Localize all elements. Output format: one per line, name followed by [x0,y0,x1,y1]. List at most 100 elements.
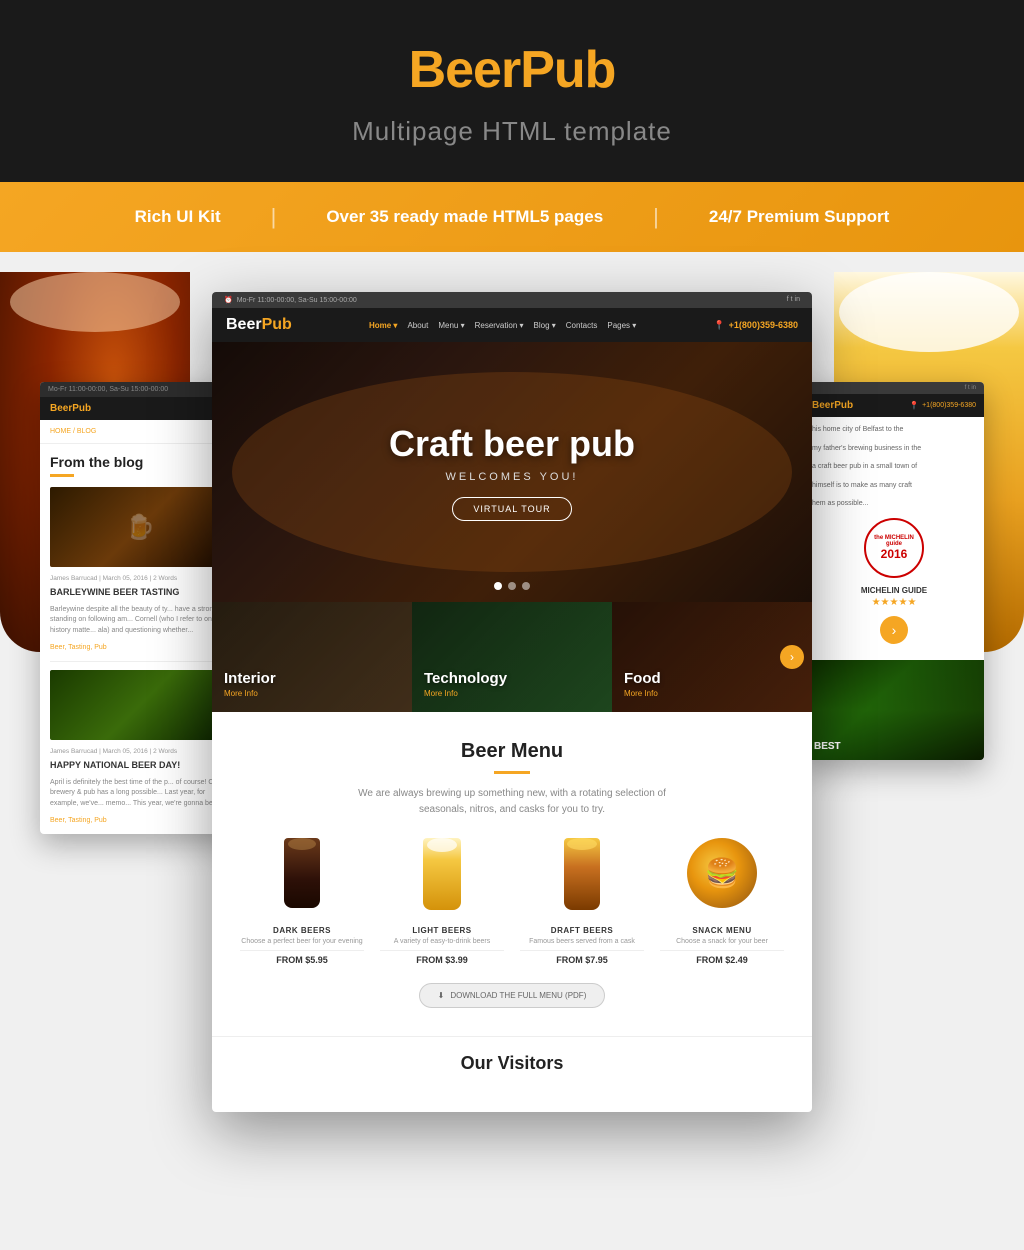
right-text-2: my father's brewing business in the [812,444,976,455]
michelin-badge: the MICHELIN guide 2016 [864,518,924,578]
dark-glass-shape [284,838,320,908]
michelin-year: 2016 [881,547,908,561]
beer-menu-title: Beer Menu [232,740,792,763]
blog-heading: From the blog [40,444,240,474]
feature-tile-interior[interactable]: Interior More Info [212,602,412,712]
blog-post1-tags: Beer, Tasting, Pub [40,644,240,661]
hero-dot-1[interactable] [494,582,502,590]
draft-beers-desc: Famous beers served from a cask [520,937,643,946]
hero-dot-3[interactable] [522,582,530,590]
hero-dot-2[interactable] [508,582,516,590]
feature-tile-technology[interactable]: Technology More Info [412,602,612,712]
dark-beers-desc: Choose a perfect beer for your evening [240,937,363,946]
beer-item-snack: SNACK MENU Choose a snack for your beer … [660,838,783,965]
virtual-tour-button[interactable]: VIRTUAL TOUR [452,497,571,521]
nav-menu[interactable]: Menu ▾ [438,321,464,330]
draft-glass-shape [564,838,600,910]
beer-item-dark: DARK BEERS Choose a perfect beer for you… [240,838,363,965]
banner-item-3: 24/7 Premium Support [659,207,939,227]
feature-tiles: Interior More Info Technology More Info … [212,602,812,712]
beer-menu-section: Beer Menu We are always brewing up somet… [212,712,812,1036]
feature-tile-food[interactable]: Food More Info › [612,602,812,712]
blog-post2-text: April is definitely the best time of the… [40,778,240,818]
right-food-image: BEST [804,660,984,760]
visitors-section: Our Visitors [212,1036,812,1090]
dark-beers-price: FROM $5.95 [240,955,363,965]
feature-tile-food-link[interactable]: More Info [624,689,661,698]
nav-about[interactable]: About [407,321,428,330]
michelin-stars: ★★★★★ [812,597,976,608]
feature-tile-interior-link[interactable]: More Info [224,689,276,698]
logo-pub: Pub [520,41,615,99]
blog-post1-text: Barleywine despite all the beauty of ty.… [40,605,240,645]
blog-post2-title: HAPPY NATIONAL BEER DAY! [40,759,240,778]
center-nav-menu[interactable]: Home ▾ About Menu ▾ Reservation ▾ Blog ▾… [369,321,636,330]
feature-tile-technology-title: Technology [424,670,507,687]
logo-beer: Beer [409,41,521,99]
snack-menu-desc: Choose a snack for your beer [660,937,783,946]
beer-menu-underline [494,771,530,774]
banner-item-2: Over 35 ready made HTML5 pages [276,207,653,227]
center-topbar: ⏰Mo-Fr 11:00-00:00, Sa-Su 15:00-00:00 f … [212,292,812,308]
right-phone: 📍 +1(800)359-6380 [909,401,976,410]
hero-subtitle: WELCOMES YOU! [446,471,579,483]
center-navbar: BeerPub Home ▾ About Menu ▾ Reservation … [212,308,812,342]
blog-nav-bar: BeerPub [40,397,240,420]
header: BeerPub Multipage HTML template [0,0,1024,182]
right-social: f t in [965,385,976,391]
snack-img-shape [687,838,757,908]
snack-menu-name: SNACK MENU [660,926,783,935]
light-glass-shape [423,838,461,910]
beer-item-light: LIGHT BEERS A variety of easy-to-drink b… [380,838,503,965]
blog-post2-meta: James Barrucad | March 05, 2016 | 2 Word… [40,748,240,759]
nav-reservation[interactable]: Reservation ▾ [475,321,524,330]
blog-post-separator [50,661,230,662]
snack-image [660,838,783,918]
hero-dots [494,582,530,590]
center-phone: 📍 +1(800)359-6380 [713,320,798,331]
blog-heading-line [50,474,74,477]
light-beers-desc: A variety of easy-to-drink beers [380,937,503,946]
nav-contacts[interactable]: Contacts [566,321,598,330]
blog-post2-tags: Beer, Tasting, Pub [40,817,240,834]
nav-home[interactable]: Home ▾ [369,321,397,330]
banner-item-1: Rich UI Kit [85,207,271,227]
arrow-btn-food[interactable]: › [780,645,804,669]
blog-post1-meta: James Barrucad | March 05, 2016 | 2 Word… [40,575,240,586]
banner-bar: Rich UI Kit | Over 35 ready made HTML5 p… [0,182,1024,252]
feature-tile-technology-link[interactable]: More Info [424,689,507,698]
feature-tile-food-title: Food [624,670,661,687]
right-text-1: his home city of Belfast to the [812,425,976,436]
right-text-3: a craft beer pub in a small town of [812,462,976,473]
right-topbar: f t in [804,382,984,394]
blog-side-panel: Mo-Fr 11:00-00:00, Sa-Su 15:00-00:00 f t… [40,382,240,834]
header-subtitle: Multipage HTML template [20,116,1004,147]
nav-blog[interactable]: Blog ▾ [534,321,556,330]
center-logo: BeerPub [226,316,292,334]
center-topbar-social: f t in [787,296,800,304]
beer-item-draft: DRAFT BEERS Famous beers served from a c… [520,838,643,965]
blog-panel-logo: BeerPub [50,403,91,414]
blog-post2-image [50,670,230,740]
main-content: Mo-Fr 11:00-00:00, Sa-Su 15:00-00:00 f t… [0,252,1024,1152]
beer-menu-desc: We are always brewing up something new, … [352,786,672,818]
hero-section: Craft beer pub WELCOMES YOU! VIRTUAL TOU… [212,342,812,602]
nav-pages[interactable]: Pages ▾ [607,321,636,330]
michelin-guide-text: the MICHELIN guide [866,535,922,547]
right-navbar: BeerPub 📍 +1(800)359-6380 [804,394,984,417]
right-text-4: himself is to make as many craft [812,481,976,492]
blog-breadcrumb: HOME / BLOG [40,420,240,444]
download-menu-label: DOWNLOAD THE FULL MENU (PDF) [450,991,586,1000]
dark-beers-name: DARK BEERS [240,926,363,935]
light-beers-price: FROM $3.99 [380,955,503,965]
dark-beer-glass [240,838,363,918]
right-text-5: hem as possible... [812,499,976,510]
orange-arrow-button[interactable]: › [880,616,908,644]
blog-post1-image: 🍺 [50,487,230,567]
header-logo: BeerPub [20,40,1004,100]
draft-beers-price: FROM $7.95 [520,955,643,965]
draft-beer-glass [520,838,643,918]
download-menu-button[interactable]: ⬇ DOWNLOAD THE FULL MENU (PDF) [419,983,606,1008]
snack-menu-price: FROM $2.49 [660,955,783,965]
light-beer-glass [380,838,503,918]
